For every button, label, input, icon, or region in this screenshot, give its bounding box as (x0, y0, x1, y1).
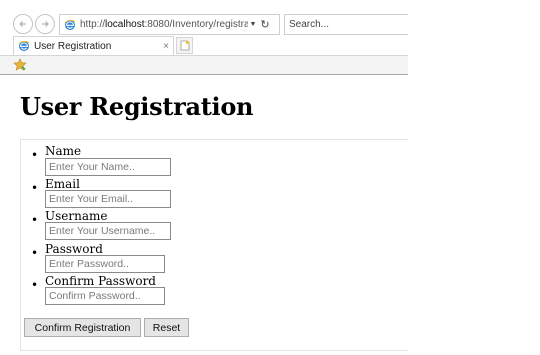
browser-search-input[interactable]: Search... (284, 14, 408, 35)
new-tab-icon (180, 40, 189, 51)
address-dropdown-icon[interactable]: ▼ (248, 21, 258, 28)
new-tab-button[interactable] (176, 37, 193, 54)
favorites-star-icon[interactable] (13, 58, 27, 71)
name-label: Name (45, 144, 82, 158)
page-title: User Registration (20, 92, 254, 121)
tab-bar: User Registration × (0, 36, 408, 56)
username-field[interactable] (45, 222, 171, 240)
back-button[interactable] (13, 14, 33, 34)
favorites-bar (0, 56, 408, 74)
url-prefix: http:// (80, 19, 106, 30)
username-label: Username (45, 209, 108, 223)
url-host: localhost (105, 19, 145, 30)
list-bullet: • (31, 213, 39, 227)
refresh-icon[interactable]: ↻ (258, 18, 272, 31)
address-bar[interactable]: http://localhost:8080/Inventory/registra… (59, 14, 280, 35)
confirm-registration-button[interactable]: Confirm Registration (24, 318, 141, 337)
confirm-password-field[interactable] (45, 287, 165, 305)
tab-user-registration[interactable]: User Registration × (13, 36, 174, 55)
list-bullet: • (31, 278, 39, 292)
reset-button[interactable]: Reset (144, 318, 189, 337)
name-field[interactable] (45, 158, 171, 176)
list-bullet: • (31, 148, 39, 162)
ie-page-icon (18, 40, 30, 51)
address-url: http://localhost:8080/Inventory/registra (80, 19, 248, 30)
registration-form: • Name • Email • Username • Password • C… (20, 139, 408, 351)
tab-title: User Registration (34, 40, 112, 52)
url-path: :8080/Inventory/registra (144, 19, 248, 30)
confirm-password-label: Confirm Password (45, 274, 156, 288)
close-tab-icon[interactable]: × (159, 41, 173, 52)
forward-button[interactable] (35, 14, 55, 34)
chrome-border (0, 74, 408, 75)
email-field[interactable] (45, 190, 171, 208)
password-label: Password (45, 242, 103, 256)
ie-page-icon (64, 19, 76, 30)
password-field[interactable] (45, 255, 165, 273)
list-bullet: • (31, 246, 39, 260)
browser-chrome: http://localhost:8080/Inventory/registra… (0, 0, 408, 75)
arrow-right-icon (42, 21, 49, 27)
arrow-left-icon (19, 21, 26, 27)
email-label: Email (45, 177, 80, 191)
list-bullet: • (31, 181, 39, 195)
